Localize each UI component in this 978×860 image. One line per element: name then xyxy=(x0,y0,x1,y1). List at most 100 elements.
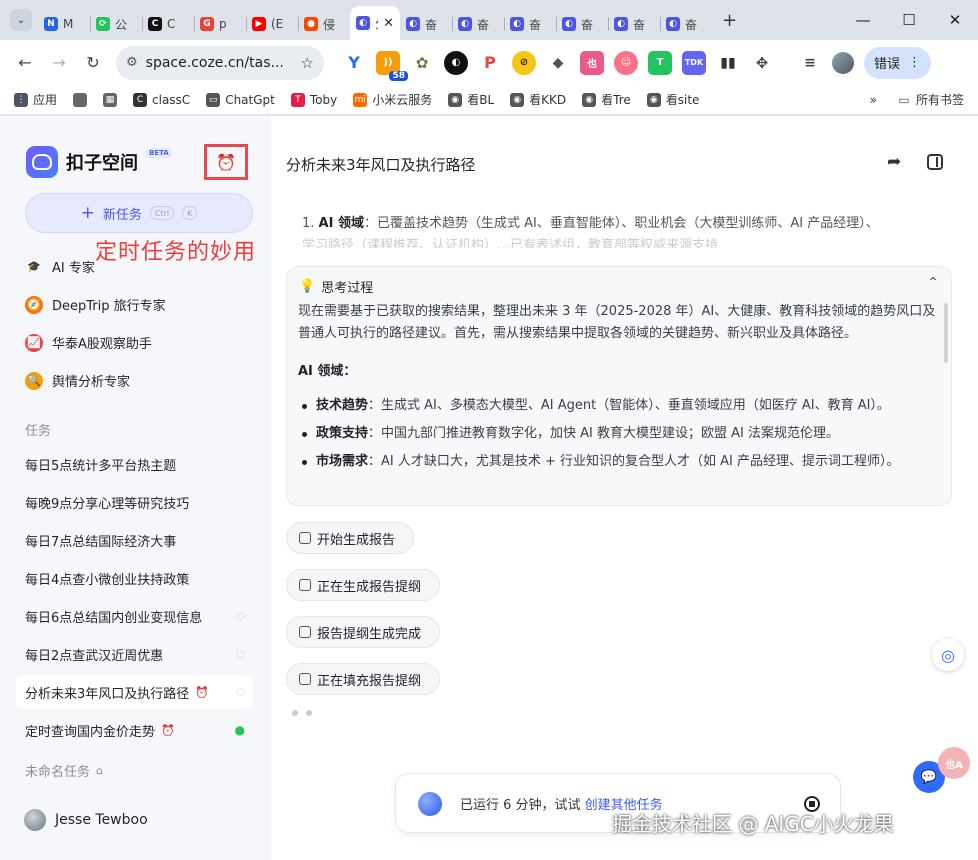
unnamed-tasks-label[interactable]: 未命名任务 ⌂ xyxy=(25,761,103,780)
thinking-header[interactable]: 💡 思考过程 xyxy=(299,277,373,296)
bookmark-star-icon[interactable]: ☆ xyxy=(301,54,314,72)
sidebar-task-item[interactable]: 每日2点查武汉近周优惠 ◌ xyxy=(16,637,253,671)
minimize-icon[interactable]: — xyxy=(840,11,886,29)
more-menu-icon: ⋮ xyxy=(908,55,922,70)
extension-t-icon[interactable]: T xyxy=(648,50,672,75)
extension-p-icon[interactable]: P xyxy=(478,51,502,75)
browser-tab[interactable]: ◐ 奋 xyxy=(400,8,452,40)
user-profile[interactable]: Jesse Tewboo xyxy=(24,809,148,831)
sidebar-task-item[interactable]: 每日6点总结国内创业变现信息 ◌ xyxy=(16,599,253,633)
browser-tab[interactable]: CC xyxy=(142,8,194,40)
sidebar-task-item[interactable]: 定时查询国内金价走势 ⏰ ● xyxy=(16,713,253,747)
browser-tab[interactable]: ◐ 奋 xyxy=(452,8,504,40)
tab-search-button[interactable]: ⌄ xyxy=(10,9,32,31)
close-window-icon[interactable]: ✕ xyxy=(932,11,978,29)
tab-favicon-icon: N xyxy=(44,17,58,31)
reload-icon[interactable]: ↻ xyxy=(78,48,108,78)
agent-icon: 🔍 xyxy=(25,371,43,390)
brand[interactable]: 扣子空间 BETA xyxy=(26,146,172,178)
bookmark-item[interactable]: ⋮ 应用 xyxy=(14,91,57,108)
error-button[interactable]: 错误 ⋮ xyxy=(864,46,932,79)
browser-tab[interactable]: ◐ 奋 xyxy=(504,8,556,40)
bookmark-item[interactable]: T Toby xyxy=(290,92,337,107)
extension-pink-icon[interactable]: 也 xyxy=(580,50,604,75)
tab-favicon-icon: ◐ xyxy=(458,17,472,31)
agent-icon: 📈 xyxy=(25,333,43,352)
sidebar-agent-item[interactable]: 📈 华泰A股观察助手 xyxy=(25,333,152,352)
chevron-up-icon[interactable]: ⌃ xyxy=(927,275,939,291)
extension-flame-icon[interactable]: ◐ xyxy=(444,50,468,75)
error-button-label: 错误 xyxy=(874,57,901,72)
browser-tab[interactable]: ◐ 奋 xyxy=(608,8,660,40)
extension-face-icon[interactable]: ☺ xyxy=(614,50,638,75)
bookmark-item[interactable]: ◉ 看BL xyxy=(448,91,494,108)
share-icon[interactable]: ➦ xyxy=(887,152,901,172)
back-icon[interactable]: ← xyxy=(10,48,40,78)
bookmarks-more-icon[interactable]: » xyxy=(870,93,877,107)
extension-chart-icon[interactable]: ▮▮ xyxy=(716,51,740,75)
sidebar-task-item[interactable]: 分析未来3年风口及执行路径 ⏰ ◌ xyxy=(16,675,253,709)
extension-rss-icon[interactable]: )) 58 xyxy=(376,50,408,81)
address-bar[interactable]: ⚙ space.coze.cn/tas... ☆ xyxy=(116,45,324,80)
maximize-icon[interactable]: ☐ xyxy=(886,11,932,29)
extension-diamond-icon[interactable]: ◆ xyxy=(546,51,570,75)
browser-tab[interactable]: ● 侵 xyxy=(298,8,350,40)
extension-v-icon[interactable]: Y xyxy=(342,51,366,75)
browser-tab[interactable]: ◐ 奋 xyxy=(556,8,608,40)
lightbulb-icon: 💡 xyxy=(299,279,316,294)
sidebar-agent-item[interactable]: 🧭 DeepTrip 旅行专家 xyxy=(25,295,166,314)
extension-tdk-icon[interactable]: TDK xyxy=(682,50,706,75)
tab-title: 侵 xyxy=(323,17,336,32)
close-tab-icon[interactable]: ✕ xyxy=(383,16,394,31)
extensions-puzzle-icon[interactable]: ✥ xyxy=(750,51,774,75)
bookmark-item[interactable]: ◉ 看KKD xyxy=(510,91,566,108)
tab-favicon-icon: ◐ xyxy=(666,17,680,31)
bookmark-label: 看KKD xyxy=(529,93,567,107)
plugin-float-icon[interactable]: 也A xyxy=(938,747,970,779)
shortcut-k: K xyxy=(182,206,198,220)
new-tab-button[interactable]: + xyxy=(722,10,737,31)
site-info-icon[interactable]: ⚙ xyxy=(126,55,138,70)
media-control-icon[interactable]: ≡ xyxy=(798,51,822,75)
bookmark-icon: mi xyxy=(353,92,368,107)
extension-frog-icon[interactable]: ✿ xyxy=(410,51,434,75)
sidebar-task-item[interactable]: 每日4点查小微创业扶持政策 xyxy=(16,561,253,595)
bookmark-item[interactable]: ▭ ChatGpt xyxy=(206,92,275,107)
progress-step-chip[interactable]: 报告提纲生成完成 xyxy=(286,616,441,648)
bookmark-icon: ◉ xyxy=(646,92,661,107)
bookmark-item[interactable]: mi 小米云服务 xyxy=(353,91,432,108)
progress-step-chip[interactable]: 开始生成报告 xyxy=(286,522,415,554)
agent-icon: 🧭 xyxy=(25,295,43,314)
browser-tab[interactable]: NM xyxy=(38,8,90,40)
browser-tab[interactable]: ▶ (E xyxy=(246,8,298,40)
sidebar-task-item[interactable]: 每日7点总结国际经济大事 xyxy=(16,523,253,557)
browser-tab[interactable]: ⟳ 公 xyxy=(90,8,142,40)
browser-tab[interactable]: ◐ 分 ✕ xyxy=(350,6,400,40)
sidebar-agent-item[interactable]: 🔍 舆情分析专家 xyxy=(25,371,130,390)
assistant-float-icon[interactable]: ◎ xyxy=(932,639,964,671)
sidebar-task-item[interactable]: 每晚9点分享心理等研究技巧 xyxy=(16,485,253,519)
bookmark-item[interactable]: ◉ 看site xyxy=(646,91,699,108)
scheduled-task-button[interactable]: ⏰ xyxy=(204,144,248,180)
browser-tab[interactable]: Gp xyxy=(194,8,246,40)
toggle-panel-icon[interactable] xyxy=(927,154,943,170)
bookmark-icon: ▦ xyxy=(103,92,118,107)
new-task-button[interactable]: + 新任务 Ctrl K xyxy=(25,193,253,233)
tab-title: M xyxy=(63,17,74,31)
bookmark-item[interactable]: CclassC xyxy=(133,92,190,107)
browser-tab[interactable]: ◐ 奋 xyxy=(660,8,712,40)
bookmark-item[interactable]: ◉ 看Tre xyxy=(582,91,631,108)
progress-step-chip[interactable]: 正在填充报告提纲 xyxy=(286,663,441,695)
progress-step-chip[interactable]: 正在生成报告提纲 xyxy=(286,569,441,601)
sidebar-task-item[interactable]: 每日5点统计多平台热主题 xyxy=(16,447,253,481)
bookmark-item[interactable] xyxy=(73,92,88,107)
thinking-scrollbar[interactable] xyxy=(944,303,948,363)
profile-avatar[interactable] xyxy=(832,51,854,74)
step-label: 报告提纲生成完成 xyxy=(317,626,422,642)
forward-icon[interactable]: → xyxy=(44,48,74,78)
extension-timer-icon[interactable]: ⊘ xyxy=(512,50,536,75)
bookmark-item[interactable]: ▦ xyxy=(103,92,118,107)
all-bookmarks-button[interactable]: ▭ 所有书签 xyxy=(897,91,964,108)
avatar xyxy=(24,809,46,831)
sidebar-agent-item[interactable]: 🎓 AI 专家 xyxy=(25,257,95,276)
